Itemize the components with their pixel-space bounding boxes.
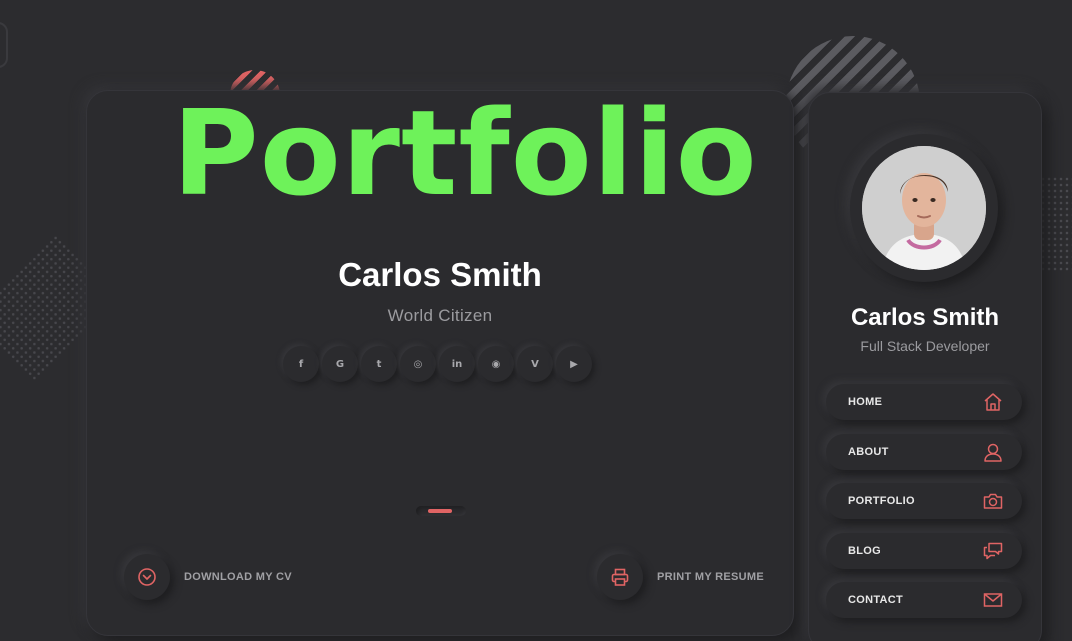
- download-circle[interactable]: [124, 554, 170, 600]
- decor-dot-pattern-right: [1040, 176, 1072, 272]
- download-cv-button[interactable]: DOWNLOAD MY CV: [124, 554, 292, 600]
- youtube-icon[interactable]: ▶: [556, 346, 592, 382]
- sidebar-item-label: BLOG: [848, 544, 881, 557]
- download-cv-label: DOWNLOAD MY CV: [184, 571, 292, 583]
- chat-icon: [983, 542, 1003, 559]
- hero-name-first: Carlos: [338, 256, 441, 293]
- github-icon[interactable]: ◉: [478, 346, 514, 382]
- social-links: f G t ◎ in ◉ V ▶: [283, 346, 592, 382]
- print-resume-button[interactable]: PRINT MY RESUME: [597, 554, 764, 600]
- hero-role: World Citizen: [387, 306, 493, 325]
- print-resume-label: PRINT MY RESUME: [657, 571, 764, 583]
- linkedin-icon[interactable]: in: [439, 346, 475, 382]
- sidebar-item-home[interactable]: HOME: [826, 384, 1022, 420]
- slide-indicator[interactable]: [416, 506, 466, 516]
- sidebar-item-blog[interactable]: BLOG: [826, 532, 1022, 569]
- sidebar-item-label: CONTACT: [848, 594, 904, 606]
- sidebar-item-label: ABOUT: [848, 445, 889, 458]
- sidebar-item-portfolio[interactable]: PORTFOLIO: [826, 483, 1022, 519]
- portfolio-overlay-title: Portfolio: [172, 84, 758, 222]
- sidebar-name-first: Carlos: [850, 304, 926, 331]
- user-icon: [984, 443, 1002, 462]
- camera-icon: [983, 493, 1003, 509]
- home-icon: [984, 393, 1002, 411]
- sidebar-item-label: HOME: [848, 396, 883, 408]
- facebook-icon[interactable]: f: [283, 346, 319, 382]
- chevron-down-circle-icon: [138, 568, 156, 586]
- print-circle[interactable]: [597, 554, 643, 600]
- sidebar-nav: HOME ABOUT PORTFOLIO BLOG CONTACT: [826, 384, 1022, 632]
- hero-name: Carlos Smith: [240, 256, 640, 294]
- mail-icon: [983, 593, 1003, 607]
- google-icon[interactable]: G: [322, 346, 358, 382]
- printer-icon: [611, 568, 629, 586]
- sidebar-item-label: PORTFOLIO: [848, 495, 915, 507]
- slide-indicator-bar: [428, 509, 452, 513]
- sidebar-name-last: Smith: [932, 304, 1000, 331]
- hero-name-last: Smith: [450, 256, 542, 293]
- sidebar-name: Carlos Smith: [808, 304, 1042, 332]
- sidebar-item-contact[interactable]: CONTACT: [826, 582, 1022, 618]
- vimeo-icon[interactable]: V: [517, 346, 553, 382]
- instagram-icon[interactable]: ◎: [400, 346, 436, 382]
- twitter-icon[interactable]: t: [361, 346, 397, 382]
- decor-corner-shape: [0, 22, 8, 68]
- sidebar-item-about[interactable]: ABOUT: [826, 433, 1022, 470]
- sidebar-role: Full Stack Developer: [860, 338, 990, 354]
